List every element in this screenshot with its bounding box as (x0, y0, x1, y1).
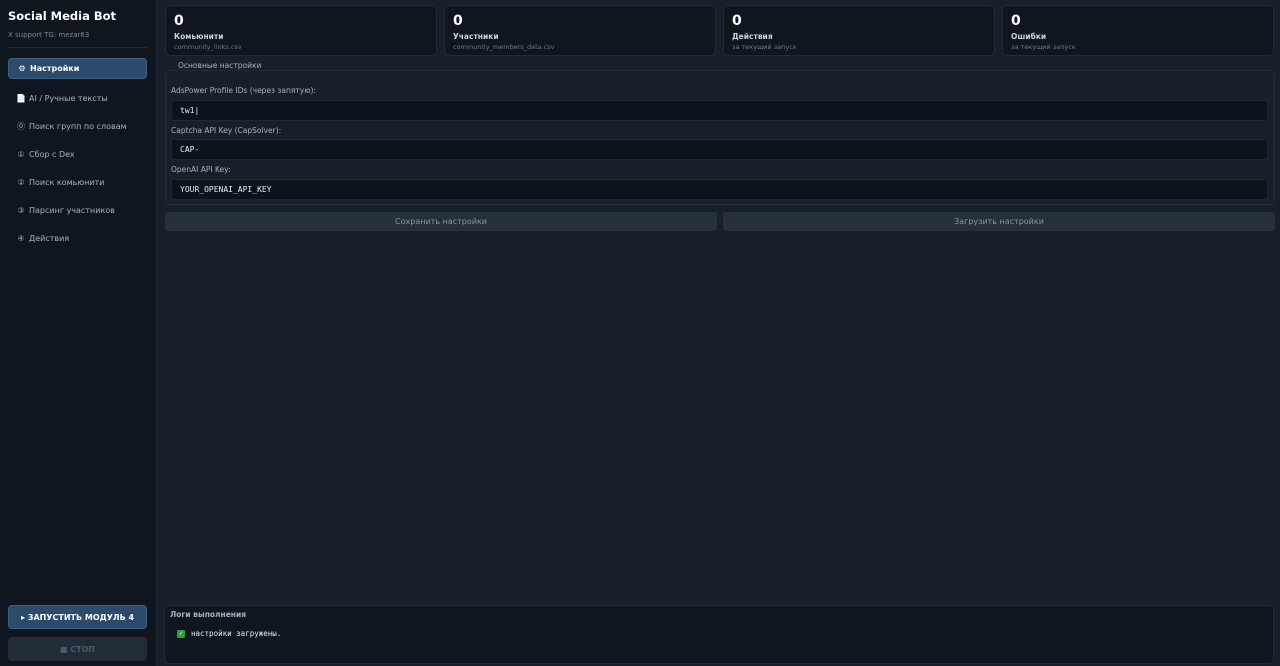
sidebar-item-settings[interactable]: ⚙ Настройки (8, 58, 147, 79)
document-icon: 📄 (16, 94, 26, 103)
stat-label: Участники (453, 32, 499, 41)
sidebar-item-dex[interactable]: ① Сбор с Dex (8, 144, 147, 165)
sidebar-item-community-search[interactable]: ② Поиск комьюнити (8, 172, 147, 193)
app-title: Social Media Bot (8, 9, 116, 23)
captcha-key-label: Captcha API Key (CapSolver): (171, 126, 282, 135)
openai-key-input[interactable]: YOUR_OPENAI_API_KEY (171, 179, 1268, 200)
stat-source: за текущий запуск (732, 43, 797, 51)
stat-card-actions: 0 Действия за текущий запуск (723, 5, 995, 56)
logs-panel: Логи выполнения ✓ настройки загружены. (164, 605, 1274, 664)
stat-value: 0 (174, 13, 184, 29)
save-settings-button[interactable]: Сохранить настройки (165, 212, 717, 231)
sidebar-item-label: Поиск групп по словам (29, 122, 127, 131)
step-1-icon: ① (17, 150, 25, 159)
step-0-icon: ⓪ (17, 122, 25, 131)
stat-card-members: 0 Участники community_members_data.csv (444, 5, 716, 56)
step-3-icon: ③ (17, 206, 25, 215)
app-subtitle: X support TG: mezar63 (8, 31, 90, 39)
profile-ids-input[interactable]: tw1| (171, 100, 1268, 121)
sidebar: Social Media Bot X support TG: mezar63 ⚙… (0, 0, 157, 666)
sidebar-item-label: Сбор с Dex (29, 150, 75, 159)
stat-value: 0 (453, 13, 463, 29)
stat-source: community_members_data.csv (453, 43, 555, 51)
sidebar-item-label: AI / Ручные тексты (29, 94, 108, 103)
profile-ids-label: AdsPower Profile IDs (через запятую): (171, 86, 317, 95)
sidebar-item-label: Поиск комьюнити (29, 178, 105, 187)
captcha-key-input[interactable]: CAP- (171, 139, 1268, 160)
stop-button[interactable]: ■ СТОП (8, 637, 147, 661)
openai-key-label: OpenAI API Key: (171, 165, 231, 174)
sidebar-item-actions[interactable]: ④ Действия (8, 228, 147, 249)
log-line: ✓ настройки загружены. (177, 629, 281, 638)
stat-source: community_links.csv (174, 43, 242, 51)
sidebar-divider (8, 47, 147, 48)
stat-source: за текущий запуск (1011, 43, 1076, 51)
stat-card-errors: 0 Ошибки за текущий запуск (1002, 5, 1274, 56)
stat-value: 0 (732, 13, 742, 29)
stat-label: Действия (732, 32, 773, 41)
sidebar-item-ai-texts[interactable]: 📄 AI / Ручные тексты (8, 88, 147, 109)
logs-title: Логи выполнения (170, 610, 247, 619)
sidebar-item-member-parsing[interactable]: ③ Парсинг участников (8, 200, 147, 221)
load-settings-button[interactable]: Загрузить настройки (723, 212, 1275, 231)
sidebar-item-label: Действия (29, 234, 70, 243)
log-text: настройки загружены. (191, 629, 282, 638)
stat-value: 0 (1011, 13, 1021, 29)
check-icon: ✓ (177, 629, 185, 638)
settings-legend: Основные настройки (172, 61, 268, 70)
gear-icon: ⚙ (18, 64, 26, 73)
sidebar-item-label: Парсинг участников (29, 206, 115, 215)
stat-label: Комьюнити (174, 32, 224, 41)
stat-card-communities: 0 Комьюнити community_links.csv (165, 5, 437, 56)
run-module-button[interactable]: ▸ ЗАПУСТИТЬ МОДУЛЬ 4 (8, 605, 147, 629)
sidebar-item-label: Настройки (30, 64, 80, 73)
step-4-icon: ④ (17, 234, 25, 243)
stat-label: Ошибки (1011, 32, 1047, 41)
sidebar-item-group-search[interactable]: ⓪ Поиск групп по словам (8, 116, 147, 137)
step-2-icon: ② (17, 178, 25, 187)
